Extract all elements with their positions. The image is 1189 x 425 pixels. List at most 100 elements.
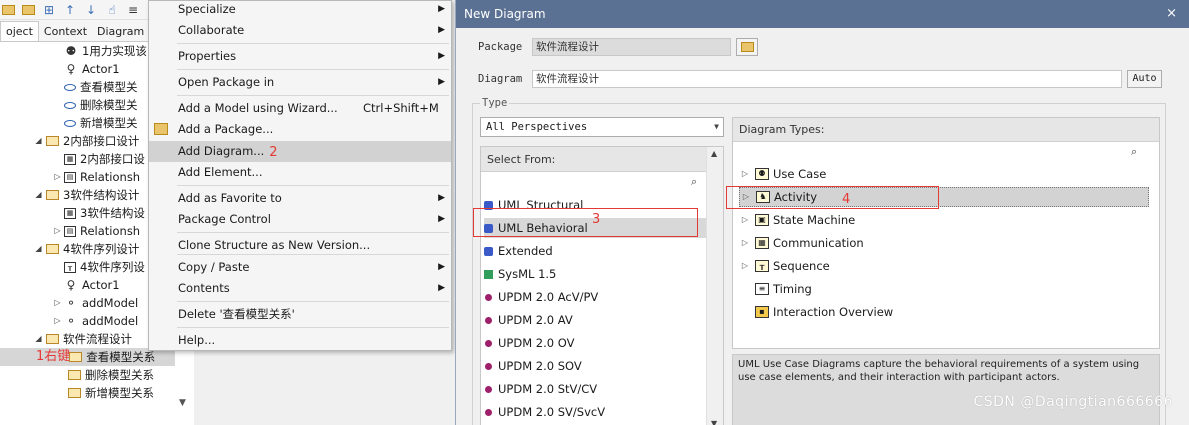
list-item-extended[interactable]: Extended — [484, 241, 553, 261]
expand-icon[interactable]: ▷ — [53, 168, 62, 186]
submenu-arrow-icon: ▶ — [438, 51, 445, 61]
move-up-icon[interactable]: ↑ — [63, 3, 77, 17]
menu-item-clone-structure[interactable]: Clone Structure as New Version... — [149, 235, 451, 256]
collapse-icon[interactable]: ◢ — [34, 240, 43, 258]
extended-icon — [484, 246, 493, 256]
tree-item[interactable]: ♀ Actor1 — [64, 276, 120, 294]
expand-icon[interactable]: ▷ — [53, 312, 62, 330]
menu-item-delete[interactable]: Delete '查看模型关系' — [149, 304, 451, 325]
expand-icon[interactable]: ▷ — [739, 233, 751, 253]
list-item-updm[interactable]: UPDM 2.0 SOV — [484, 356, 582, 376]
tab-diagram[interactable]: Diagram — [92, 22, 149, 41]
scroll-down-icon[interactable]: ▼ — [711, 419, 717, 425]
tree-item[interactable]: ▷ ▤ Relationsh — [53, 222, 140, 240]
menu-item-help[interactable]: Help... — [149, 330, 451, 351]
tree-item[interactable]: ⚉ 1用力实现该 — [64, 42, 147, 60]
menu-item-properties[interactable]: Properties ▶ — [149, 46, 451, 67]
menu-separator — [177, 232, 449, 233]
tree-item[interactable]: ╥ 4软件序列设 — [64, 258, 145, 276]
menu-item-add-package[interactable]: Add a Package... — [149, 119, 451, 140]
browse-package-button[interactable] — [736, 38, 758, 56]
diagram-name-input[interactable]: 软件流程设计 — [532, 70, 1122, 88]
tree-item[interactable]: ▦ 2内部接口设 — [64, 150, 145, 168]
hierarchy-icon[interactable]: ⊞ — [42, 3, 56, 17]
list-item-updm[interactable]: UPDM 2.0 OV — [484, 333, 574, 353]
tree-item[interactable]: ▷ ⚬ addModel — [53, 312, 138, 330]
list-item-updm[interactable]: UPDM 2.0 AcV/PV — [484, 287, 598, 307]
move-down-icon[interactable]: ↓ — [84, 3, 98, 17]
tab-project[interactable]: oject — [0, 21, 39, 41]
diagram-type-sequence[interactable]: ▷ ╥ Sequence — [739, 256, 830, 276]
menu-separator — [177, 43, 449, 44]
collapse-icon[interactable]: ◢ — [34, 186, 43, 204]
menu-item-collaborate[interactable]: Collaborate ▶ — [149, 20, 451, 41]
tree-item[interactable]: 删除模型关系 — [68, 366, 154, 384]
expand-icon[interactable]: ▷ — [739, 164, 751, 184]
list-item-sysml[interactable]: SysML 1.5 — [484, 264, 556, 284]
list-item-updm[interactable]: UPDM 2.0 AV — [484, 310, 573, 330]
menu-item-add-element[interactable]: Add Element... — [149, 162, 451, 183]
menu-item-copy-paste[interactable]: Copy / Paste ▶ — [149, 257, 451, 278]
list-item-updm[interactable]: UPDM 2.0 StV/CV — [484, 379, 597, 399]
menu-separator — [177, 254, 449, 255]
menu-item-open-package-in[interactable]: Open Package in ▶ — [149, 72, 451, 93]
usecase-icon — [64, 101, 76, 109]
use-case-diagram-icon: ⚉ — [755, 168, 769, 180]
tree-item[interactable]: 删除模型关 — [64, 96, 138, 114]
diagram-type-use-case[interactable]: ▷ ⚉ Use Case — [739, 164, 826, 184]
menu-item-add-favorite[interactable]: Add as Favorite to ▶ — [149, 188, 451, 209]
pointer-icon[interactable]: ☝ — [105, 3, 119, 17]
expand-icon[interactable]: ▷ — [739, 256, 751, 276]
search-icon[interactable]: ⌕ — [1131, 145, 1137, 159]
open-folder-icon[interactable] — [22, 4, 35, 15]
diagram-type-timing[interactable]: ≡ Timing — [739, 279, 812, 299]
collapse-icon[interactable]: ◢ — [34, 330, 43, 348]
diagram-description: UML Use Case Diagrams capture the behavi… — [732, 354, 1160, 425]
package-icon — [69, 352, 83, 362]
list-item-updm[interactable]: UPDM 2.0 SV/SvcV — [484, 402, 605, 422]
menu-item-specialize[interactable]: Specialize ▶ — [149, 0, 451, 20]
menu-item-add-diagram[interactable]: Add Diagram... 2 — [149, 141, 451, 162]
menu-item-add-model-wizard[interactable]: Add a Model using Wizard... Ctrl+Shift+M — [149, 98, 451, 119]
sequence-diagram-icon: ╥ — [755, 260, 769, 272]
scroll-up-icon[interactable]: ▲ — [711, 149, 717, 158]
expand-icon[interactable]: ▷ — [53, 294, 62, 312]
tree-item[interactable]: 新增模型关 — [64, 114, 138, 132]
tab-context[interactable]: Context — [39, 22, 92, 41]
tree-item[interactable]: ◢ 软件流程设计 — [34, 330, 132, 348]
close-icon[interactable]: × — [1166, 0, 1177, 28]
timing-diagram-icon: ≡ — [755, 283, 769, 295]
select-from-scrollbar[interactable]: ▲ ▼ — [706, 147, 723, 425]
collapse-icon[interactable]: ◢ — [34, 132, 43, 150]
search-icon[interactable]: ⌕ — [691, 175, 697, 189]
tree-item[interactable]: 新增模型关系 — [68, 384, 154, 402]
menu-item-contents[interactable]: Contents ▶ — [149, 278, 451, 299]
diagram-type-state-machine[interactable]: ▷ ▣ State Machine — [739, 210, 855, 230]
menu-separator — [177, 327, 449, 328]
updm-icon — [485, 362, 492, 370]
communication-diagram-icon: ▦ — [755, 237, 769, 249]
tree-item[interactable]: ◢ 2内部接口设计 — [34, 132, 139, 150]
tree-item[interactable]: ♀ Actor1 — [64, 60, 120, 78]
tree-item[interactable]: ▷ ▤ Relationsh — [53, 168, 140, 186]
expand-icon[interactable]: ▷ — [53, 222, 62, 240]
auto-button[interactable]: Auto — [1127, 70, 1162, 88]
actor-icon: ♀ — [66, 278, 76, 292]
tree-item[interactable]: 查看模型关 — [64, 78, 138, 96]
tree-item[interactable]: ▦ 3软件结构设 — [64, 204, 145, 222]
scroll-down-icon[interactable]: ▼ — [179, 398, 186, 408]
tree-item[interactable]: ▷ ⚬ addModel — [53, 294, 138, 312]
new-folder-icon[interactable] — [2, 4, 15, 15]
diagram-label: Diagram — [478, 73, 523, 85]
perspective-select[interactable]: All Perspectives ▼ — [480, 117, 724, 137]
tree-item[interactable]: ◢ 3软件结构设计 — [34, 186, 139, 204]
diagram-type-interaction-overview[interactable]: ▪ Interaction Overview — [739, 302, 893, 322]
package-icon — [46, 334, 59, 344]
actor-icon: ♀ — [66, 62, 76, 76]
diagram-type-communication[interactable]: ▷ ▦ Communication — [739, 233, 864, 253]
add-diagram-annotation: 2 — [269, 145, 278, 160]
menu-item-package-control[interactable]: Package Control ▶ — [149, 209, 451, 230]
tree-item[interactable]: ◢ 4软件序列设计 — [34, 240, 139, 258]
menu-icon[interactable]: ≡ — [126, 3, 140, 17]
expand-icon[interactable]: ▷ — [739, 210, 751, 230]
